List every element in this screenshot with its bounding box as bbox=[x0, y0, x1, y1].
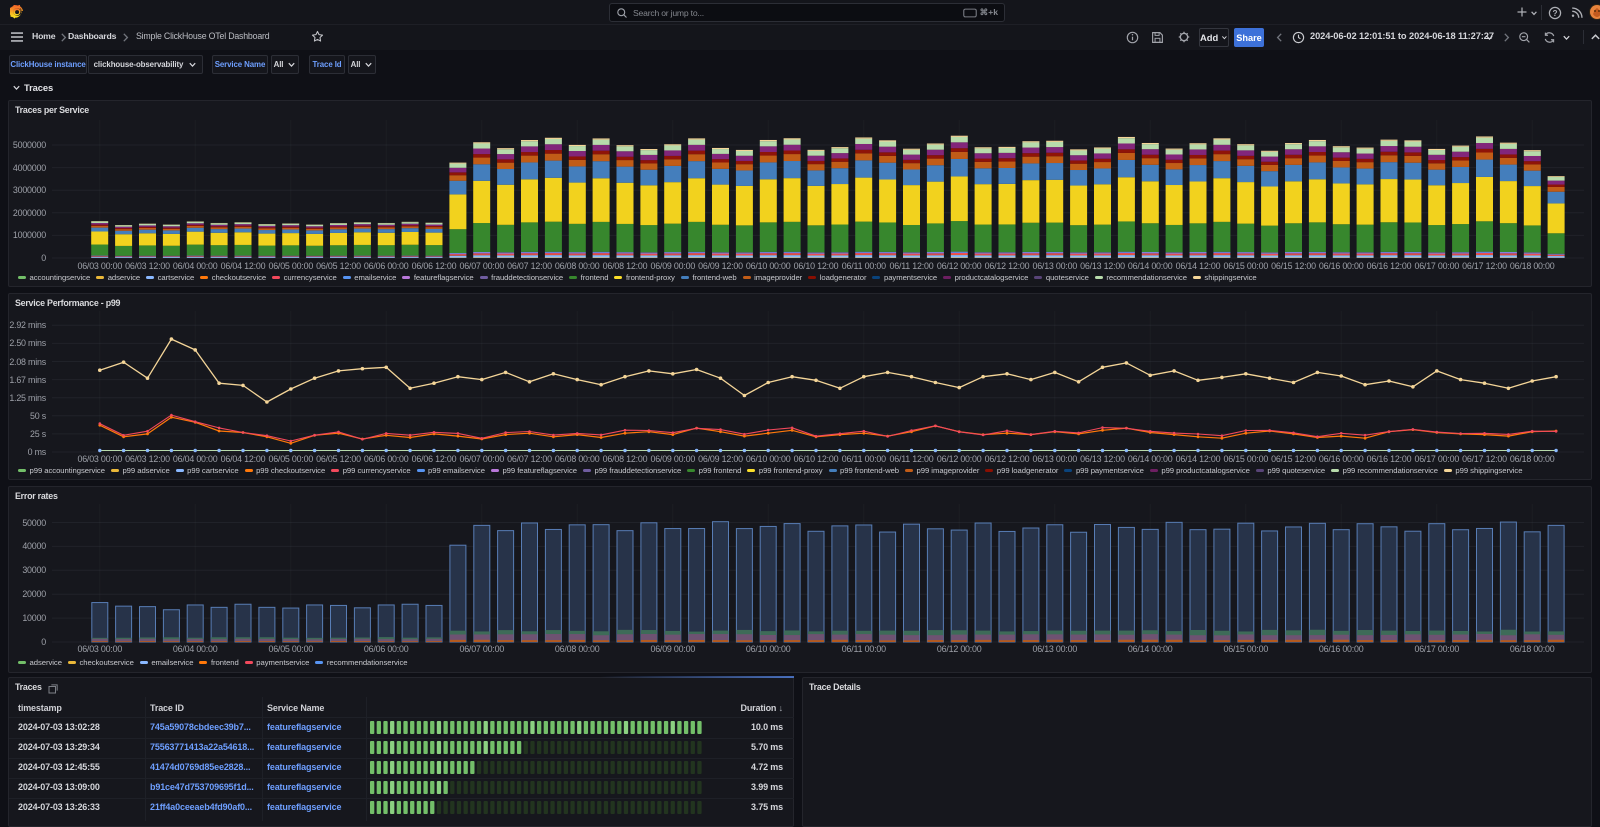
svg-text:06/15 00:00: 06/15 00:00 bbox=[1223, 454, 1268, 464]
svg-text:06/09 00:00: 06/09 00:00 bbox=[650, 644, 695, 654]
svg-text:06/10 00:00: 06/10 00:00 bbox=[746, 644, 791, 654]
svg-text:06/15 00:00: 06/15 00:00 bbox=[1223, 261, 1268, 271]
svg-text:1.25 mins: 1.25 mins bbox=[9, 393, 46, 403]
svg-text:06/14 00:00: 06/14 00:00 bbox=[1128, 454, 1173, 464]
svg-text:06/13 00:00: 06/13 00:00 bbox=[1032, 261, 1077, 271]
svg-text:06/09 12:00: 06/09 12:00 bbox=[698, 454, 743, 464]
svg-text:06/17 00:00: 06/17 00:00 bbox=[1414, 261, 1459, 271]
svg-text:50000: 50000 bbox=[22, 518, 46, 528]
svg-text:06/12 12:00: 06/12 12:00 bbox=[985, 261, 1030, 271]
svg-text:06/15 00:00: 06/15 00:00 bbox=[1223, 644, 1268, 654]
svg-text:06/11 00:00: 06/11 00:00 bbox=[842, 644, 886, 654]
svg-text:2.92 mins: 2.92 mins bbox=[9, 320, 46, 330]
svg-text:06/05 12:00: 06/05 12:00 bbox=[316, 454, 361, 464]
svg-text:06/11 12:00: 06/11 12:00 bbox=[889, 261, 933, 271]
svg-text:06/14 12:00: 06/14 12:00 bbox=[1176, 454, 1221, 464]
svg-text:0: 0 bbox=[41, 253, 46, 263]
svg-text:06/03 00:00: 06/03 00:00 bbox=[77, 454, 122, 464]
svg-text:50 s: 50 s bbox=[30, 411, 47, 421]
svg-text:06/11 00:00: 06/11 00:00 bbox=[842, 454, 886, 464]
svg-text:06/04 12:00: 06/04 12:00 bbox=[221, 261, 266, 271]
svg-text:5000000: 5000000 bbox=[13, 140, 46, 150]
svg-text:06/18 00:00: 06/18 00:00 bbox=[1510, 261, 1555, 271]
svg-text:06/17 00:00: 06/17 00:00 bbox=[1414, 644, 1459, 654]
svg-text:06/04 00:00: 06/04 00:00 bbox=[173, 644, 218, 654]
svg-text:10000: 10000 bbox=[22, 613, 46, 623]
svg-text:06/16 00:00: 06/16 00:00 bbox=[1319, 261, 1364, 271]
svg-text:06/08 00:00: 06/08 00:00 bbox=[555, 261, 600, 271]
svg-text:06/05 00:00: 06/05 00:00 bbox=[268, 644, 313, 654]
svg-text:1.67 mins: 1.67 mins bbox=[9, 375, 46, 385]
svg-text:06/16 00:00: 06/16 00:00 bbox=[1319, 644, 1364, 654]
svg-text:06/14 00:00: 06/14 00:00 bbox=[1128, 261, 1173, 271]
svg-text:06/15 12:00: 06/15 12:00 bbox=[1271, 454, 1316, 464]
svg-text:06/18 00:00: 06/18 00:00 bbox=[1510, 644, 1555, 654]
svg-text:06/06 00:00: 06/06 00:00 bbox=[364, 261, 409, 271]
svg-text:06/13 00:00: 06/13 00:00 bbox=[1032, 644, 1077, 654]
svg-text:06/07 12:00: 06/07 12:00 bbox=[507, 454, 552, 464]
svg-text:06/08 12:00: 06/08 12:00 bbox=[603, 261, 648, 271]
svg-text:06/10 00:00: 06/10 00:00 bbox=[746, 454, 791, 464]
svg-text:06/03 12:00: 06/03 12:00 bbox=[125, 261, 170, 271]
svg-text:20000: 20000 bbox=[22, 589, 46, 599]
svg-text:06/04 00:00: 06/04 00:00 bbox=[173, 454, 218, 464]
svg-text:0 ms: 0 ms bbox=[28, 447, 47, 457]
svg-text:4000000: 4000000 bbox=[13, 163, 46, 173]
svg-text:06/16 12:00: 06/16 12:00 bbox=[1367, 454, 1412, 464]
svg-text:06/09 12:00: 06/09 12:00 bbox=[698, 261, 743, 271]
svg-text:06/09 00:00: 06/09 00:00 bbox=[650, 261, 695, 271]
svg-text:06/04 12:00: 06/04 12:00 bbox=[221, 454, 266, 464]
svg-text:06/07 00:00: 06/07 00:00 bbox=[459, 454, 504, 464]
svg-text:06/05 00:00: 06/05 00:00 bbox=[268, 261, 313, 271]
svg-text:06/11 00:00: 06/11 00:00 bbox=[842, 261, 886, 271]
svg-text:06/07 12:00: 06/07 12:00 bbox=[507, 261, 552, 271]
svg-text:0: 0 bbox=[41, 637, 46, 647]
svg-text:06/12 12:00: 06/12 12:00 bbox=[985, 454, 1030, 464]
svg-text:06/03 00:00: 06/03 00:00 bbox=[77, 644, 122, 654]
svg-text:06/12 00:00: 06/12 00:00 bbox=[937, 644, 982, 654]
svg-text:06/13 00:00: 06/13 00:00 bbox=[1032, 454, 1077, 464]
svg-text:06/10 00:00: 06/10 00:00 bbox=[746, 261, 791, 271]
svg-text:06/04 00:00: 06/04 00:00 bbox=[173, 261, 218, 271]
svg-text:06/17 00:00: 06/17 00:00 bbox=[1414, 454, 1459, 464]
svg-text:2.08 mins: 2.08 mins bbox=[9, 357, 46, 367]
svg-text:06/05 12:00: 06/05 12:00 bbox=[316, 261, 361, 271]
svg-text:30000: 30000 bbox=[22, 565, 46, 575]
svg-text:06/03 00:00: 06/03 00:00 bbox=[77, 261, 122, 271]
svg-text:06/06 00:00: 06/06 00:00 bbox=[364, 644, 409, 654]
svg-text:06/06 12:00: 06/06 12:00 bbox=[412, 261, 457, 271]
svg-text:06/17 12:00: 06/17 12:00 bbox=[1462, 261, 1507, 271]
svg-text:1000000: 1000000 bbox=[13, 230, 46, 240]
svg-text:06/13 12:00: 06/13 12:00 bbox=[1080, 261, 1125, 271]
svg-text:40000: 40000 bbox=[22, 541, 46, 551]
svg-text:06/09 00:00: 06/09 00:00 bbox=[650, 454, 695, 464]
svg-text:?: ? bbox=[1552, 8, 1557, 18]
svg-text:06/12 00:00: 06/12 00:00 bbox=[937, 454, 982, 464]
svg-text:3000000: 3000000 bbox=[13, 185, 46, 195]
svg-text:06/11 12:00: 06/11 12:00 bbox=[889, 454, 933, 464]
svg-text:06/10 12:00: 06/10 12:00 bbox=[794, 454, 839, 464]
svg-text:06/15 12:00: 06/15 12:00 bbox=[1271, 261, 1316, 271]
svg-text:06/18 00:00: 06/18 00:00 bbox=[1510, 454, 1555, 464]
svg-text:06/10 12:00: 06/10 12:00 bbox=[794, 261, 839, 271]
svg-text:06/08 00:00: 06/08 00:00 bbox=[555, 644, 600, 654]
svg-text:06/05 00:00: 06/05 00:00 bbox=[268, 454, 313, 464]
svg-text:06/14 00:00: 06/14 00:00 bbox=[1128, 644, 1173, 654]
svg-text:06/06 00:00: 06/06 00:00 bbox=[364, 454, 409, 464]
svg-text:2.50 mins: 2.50 mins bbox=[9, 338, 46, 348]
svg-text:06/17 12:00: 06/17 12:00 bbox=[1462, 454, 1507, 464]
svg-text:25 s: 25 s bbox=[30, 429, 47, 439]
svg-text:06/07 00:00: 06/07 00:00 bbox=[459, 644, 504, 654]
svg-text:06/07 00:00: 06/07 00:00 bbox=[459, 261, 504, 271]
svg-text:06/08 12:00: 06/08 12:00 bbox=[603, 454, 648, 464]
svg-text:06/16 00:00: 06/16 00:00 bbox=[1319, 454, 1364, 464]
svg-text:06/16 12:00: 06/16 12:00 bbox=[1367, 261, 1412, 271]
svg-text:06/08 00:00: 06/08 00:00 bbox=[555, 454, 600, 464]
svg-text:06/13 12:00: 06/13 12:00 bbox=[1080, 454, 1125, 464]
svg-text:06/12 00:00: 06/12 00:00 bbox=[937, 261, 982, 271]
svg-text:2000000: 2000000 bbox=[13, 208, 46, 218]
svg-text:06/03 12:00: 06/03 12:00 bbox=[125, 454, 170, 464]
svg-text:06/06 12:00: 06/06 12:00 bbox=[412, 454, 457, 464]
svg-text:06/14 12:00: 06/14 12:00 bbox=[1176, 261, 1221, 271]
